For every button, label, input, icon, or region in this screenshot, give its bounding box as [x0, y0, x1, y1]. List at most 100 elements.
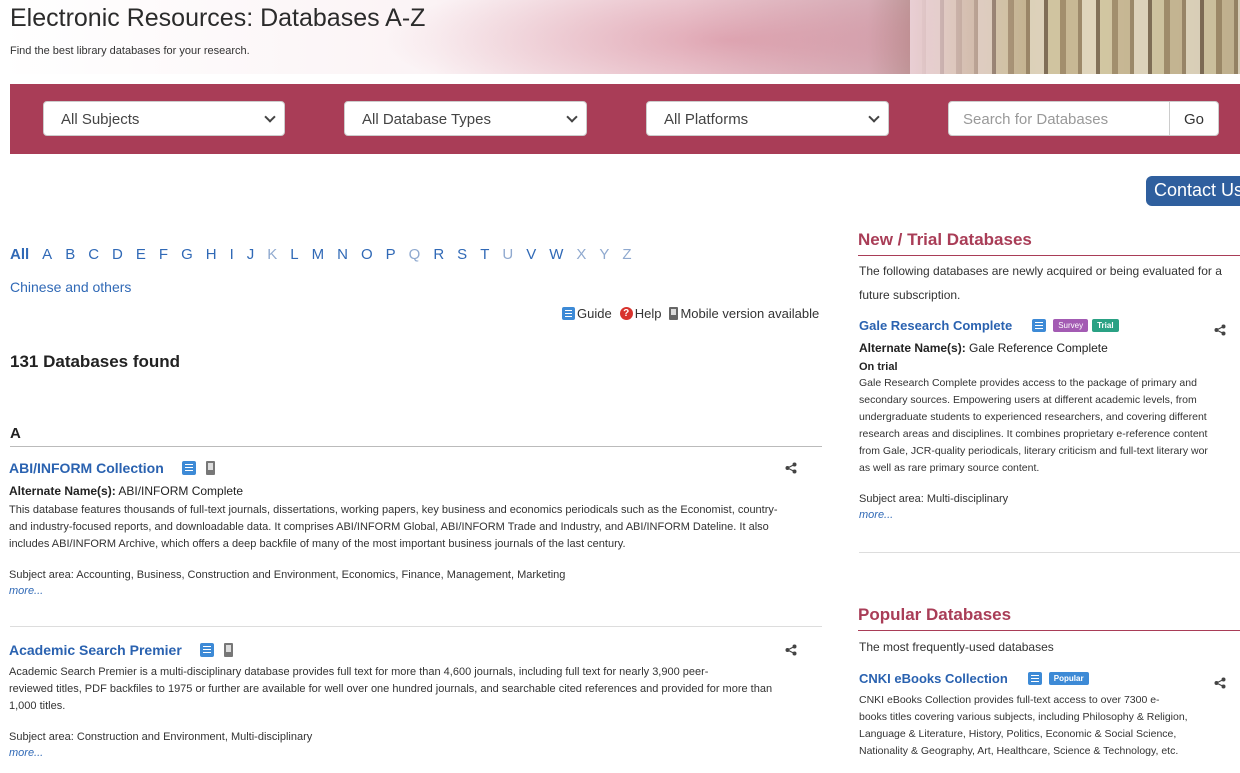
database-entry-header: ABI/INFORM Collection	[9, 460, 822, 476]
icon-legend: Guide ? Help Mobile version available	[562, 306, 819, 321]
alpha-letter-o[interactable]: O	[361, 246, 373, 263]
guide-icon[interactable]	[199, 643, 214, 657]
alternate-names-value: ABI/INFORM Complete	[118, 484, 244, 498]
share-icon[interactable]	[1214, 324, 1226, 336]
alternate-names-label: Alternate Name(s):	[9, 484, 116, 498]
share-icon[interactable]	[1214, 677, 1226, 689]
alpha-letter-l[interactable]: L	[290, 246, 298, 263]
description-line: and industry-focused reports, and downlo…	[9, 521, 769, 533]
search-go-button[interactable]: Go	[1169, 101, 1219, 136]
banner-bookshelf-image	[910, 0, 1240, 74]
more-link[interactable]: more...	[9, 747, 822, 759]
alternate-names: Alternate Name(s): ABI/INFORM Complete	[9, 484, 822, 498]
guide-icon[interactable]	[1027, 672, 1042, 685]
alpha-letter-i[interactable]: I	[230, 246, 234, 263]
alpha-letter-n[interactable]: N	[337, 246, 348, 263]
alpha-all[interactable]: All	[10, 246, 29, 263]
chevron-down-icon	[264, 111, 276, 123]
subject-area: Subject area: Multi-disciplinary	[859, 493, 1009, 505]
alpha-letter-c[interactable]: C	[88, 246, 99, 263]
more-link[interactable]: more...	[859, 509, 1240, 521]
database-description: Academic Search Premier is a multi-disci…	[9, 664, 822, 715]
section-divider	[859, 552, 1240, 553]
alpha-letter-p[interactable]: P	[386, 246, 396, 263]
alternate-names-value: Gale Reference Complete	[969, 341, 1108, 355]
legend-guide-label: Guide	[577, 306, 612, 321]
database-type-select[interactable]: All Database Types	[344, 101, 587, 136]
database-entry: ABI/INFORM Collection Alternate Name(s):…	[9, 460, 822, 597]
guide-icon[interactable]	[1032, 319, 1047, 332]
alpha-letter-s[interactable]: S	[457, 246, 467, 263]
intro-line: The following databases are newly acquir…	[859, 264, 1222, 278]
alpha-letter-x[interactable]: X	[576, 246, 586, 263]
subject-area: Subject area: Accounting, Business, Cons…	[9, 569, 566, 581]
subject-select[interactable]: All Subjects	[43, 101, 285, 136]
mobile-icon	[223, 643, 233, 657]
alpha-letter-z[interactable]: Z	[622, 246, 631, 263]
entry-divider	[10, 626, 822, 627]
alternate-names-label: Alternate Name(s):	[859, 341, 966, 355]
database-entry: Academic Search Premier Academic Search …	[9, 642, 822, 759]
alpha-letter-v[interactable]: V	[526, 246, 536, 263]
description-line: Academic Search Premier is a multi-disci…	[9, 666, 709, 678]
description-line: research areas and disciplines. It combi…	[859, 428, 1208, 440]
subject-select-value: All Subjects	[61, 111, 140, 128]
chevron-down-icon	[868, 111, 880, 123]
results-count: 131 Databases found	[10, 352, 181, 371]
alpha-letter-a[interactable]: A	[42, 246, 52, 263]
trial-database-entry: Gale Research Complete Survey Trial Alte…	[859, 318, 1240, 521]
guide-icon[interactable]	[181, 461, 196, 475]
subject-area: Subject area: Construction and Environme…	[9, 731, 313, 743]
alpha-letter-g[interactable]: G	[181, 246, 193, 263]
alpha-letter-r[interactable]: R	[433, 246, 444, 263]
database-title-link[interactable]: Academic Search Premier	[9, 642, 182, 658]
database-title-link[interactable]: ABI/INFORM Collection	[9, 460, 164, 476]
alpha-letter-b[interactable]: B	[65, 246, 75, 263]
description-line: 1,000 titles.	[9, 700, 66, 712]
legend-mobile-label: Mobile version available	[680, 306, 820, 321]
trial-badge: Trial	[1092, 319, 1119, 332]
alphabet-nav: All A B C D E F G H I J K L M N O P Q R …	[10, 246, 645, 263]
description-line: secondary sources. Empowering users at d…	[859, 394, 1197, 406]
trial-status: On trial	[859, 361, 898, 373]
description-line: books titles covering various subjects, …	[859, 711, 1188, 723]
alpha-letter-j[interactable]: J	[247, 246, 255, 263]
alpha-letter-q[interactable]: Q	[409, 246, 421, 263]
mobile-icon	[669, 307, 679, 320]
trial-database-title-link[interactable]: Gale Research Complete	[859, 318, 1012, 333]
database-description: This database features thousands of full…	[9, 502, 822, 553]
alpha-letter-t[interactable]: T	[480, 246, 489, 263]
popular-badge: Popular	[1048, 672, 1089, 685]
platform-select-value: All Platforms	[664, 111, 749, 128]
alpha-letter-m[interactable]: M	[312, 246, 325, 263]
help-icon: ?	[619, 307, 633, 320]
database-entry-header: Academic Search Premier	[9, 642, 822, 658]
share-icon[interactable]	[785, 462, 797, 474]
platform-select[interactable]: All Platforms	[646, 101, 889, 136]
database-search-input[interactable]: Search for Databases	[948, 101, 1180, 136]
chinese-and-others-link[interactable]: Chinese and others	[10, 279, 131, 295]
share-icon[interactable]	[785, 644, 797, 656]
alpha-letter-y[interactable]: Y	[599, 246, 609, 263]
alpha-letter-d[interactable]: D	[112, 246, 123, 263]
more-link[interactable]: more...	[9, 585, 822, 597]
guide-icon	[562, 307, 575, 320]
survey-badge[interactable]: Survey	[1053, 319, 1089, 332]
popular-database-title-link[interactable]: CNKI eBooks Collection	[859, 671, 1008, 686]
contact-us-button[interactable]: Contact Us	[1146, 176, 1240, 206]
description-line: Gale Research Complete provides access t…	[859, 377, 1197, 389]
alpha-letter-w[interactable]: W	[549, 246, 563, 263]
popular-database-description: CNKI eBooks Collection provides full-tex…	[859, 692, 1240, 760]
alpha-letter-e[interactable]: E	[136, 246, 146, 263]
description-line: Language & Literature, History, Politics…	[859, 728, 1177, 740]
filter-bar: All Subjects All Database Types All Plat…	[10, 84, 1240, 154]
description-line: from Gale, JCR-quality periodicals, lite…	[859, 445, 1208, 457]
alpha-letter-k[interactable]: K	[267, 246, 277, 263]
page-title: Electronic Resources: Databases A-Z	[10, 4, 426, 32]
section-letter-heading: A	[10, 425, 822, 447]
description-line: CNKI eBooks Collection provides full-tex…	[859, 694, 1160, 706]
description-line: This database features thousands of full…	[9, 504, 778, 516]
alpha-letter-f[interactable]: F	[159, 246, 168, 263]
alpha-letter-h[interactable]: H	[206, 246, 217, 263]
alpha-letter-u[interactable]: U	[502, 246, 513, 263]
